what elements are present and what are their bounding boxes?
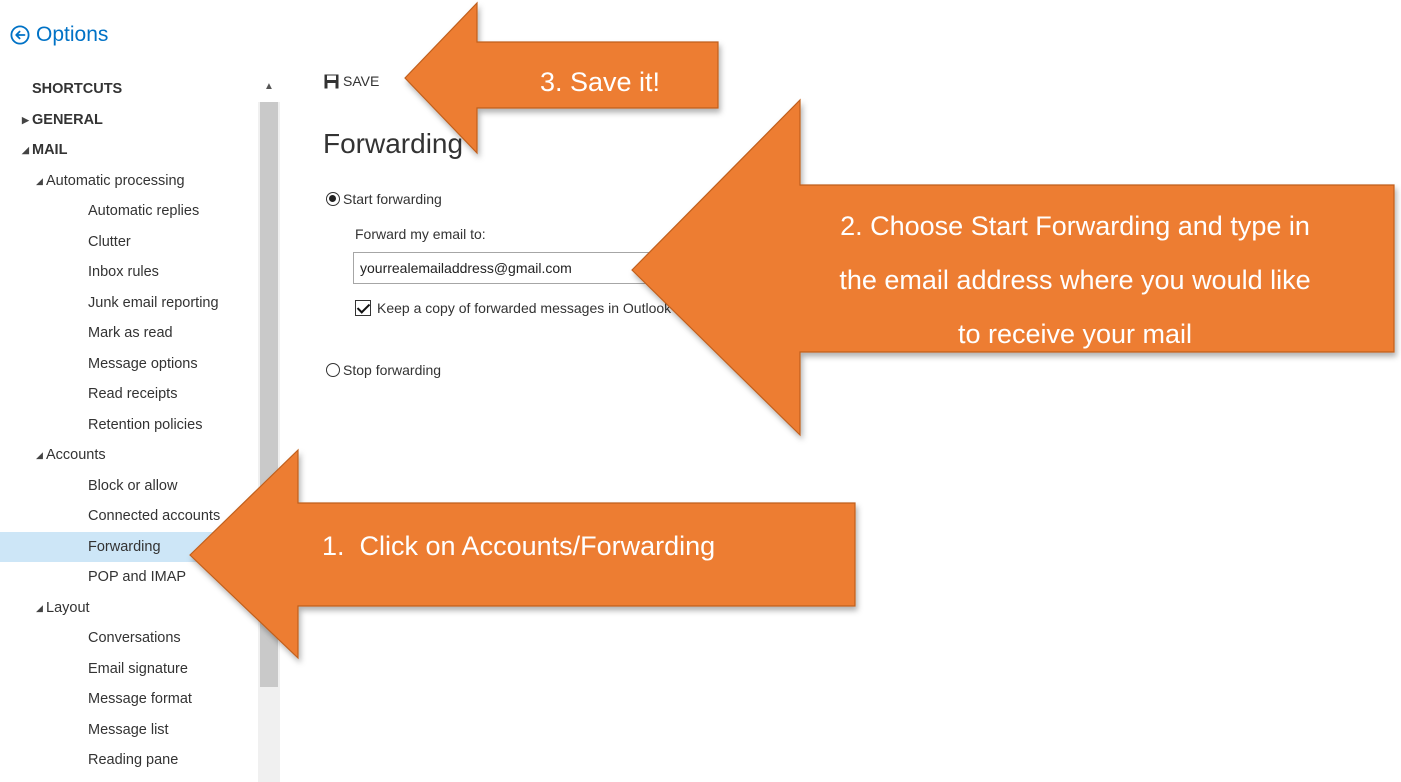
options-nav: SHORTCUTS ▶ GENERAL ◢ MAIL ◢ Automatic process…: [0, 72, 258, 782]
sidebar-item-reading-pane[interactable]: Reading pane: [0, 745, 258, 775]
expanded-triangle-icon[interactable]: ◢: [22, 135, 32, 165]
save-label: SAVE: [343, 73, 380, 89]
sidebar-item-label: POP and IMAP: [88, 569, 187, 585]
keep-copy-label[interactable]: Keep a copy of forwarded messages in Out…: [377, 300, 732, 316]
scroll-up-arrow-icon[interactable]: ▲: [258, 72, 280, 102]
stop-forwarding-label[interactable]: Stop forwarding: [343, 362, 441, 378]
sidebar-item-label: Message format: [88, 691, 192, 707]
sidebar-item-label: Reading pane: [88, 752, 179, 768]
sidebar-item-automatic-replies[interactable]: Automatic replies: [0, 196, 258, 226]
expanded-triangle-icon[interactable]: ◢: [36, 440, 46, 470]
sidebar-item-junk-email-reporting[interactable]: Junk email reporting: [0, 288, 258, 318]
options-title[interactable]: Options: [36, 23, 108, 47]
sidebar-item-block-or-allow[interactable]: Block or allow: [0, 471, 258, 501]
sidebar-item-label: Forwarding: [88, 538, 161, 555]
sidebar-item-inbox-rules[interactable]: Inbox rules: [0, 257, 258, 287]
sidebar-item-label: Automatic processing: [46, 172, 185, 189]
sidebar-item-mark-as-read[interactable]: Mark as read: [0, 318, 258, 348]
sidebar-item-retention-policies[interactable]: Retention policies: [0, 410, 258, 440]
sidebar-item-connected-accounts[interactable]: Connected accounts: [0, 501, 258, 531]
sidebar-item-label: Layout: [46, 599, 90, 616]
expanded-triangle-icon[interactable]: ◢: [36, 166, 46, 196]
sidebar-item-label: MAIL: [32, 142, 68, 158]
sidebar-item-message-list[interactable]: Message list: [0, 715, 258, 745]
sidebar-item-forwarding[interactable]: Forwarding: [0, 531, 258, 562]
step2-line-1: 2. Choose Start Forwarding and type in: [840, 211, 1310, 241]
scrollbar-thumb[interactable]: [260, 72, 278, 687]
sidebar-item-label: SHORTCUTS: [32, 81, 123, 97]
sidebar-item-accounts[interactable]: ◢ Accounts: [0, 440, 258, 470]
sidebar-item-label: Accounts: [46, 447, 106, 463]
back-arrow-circle-icon[interactable]: [10, 25, 30, 45]
sidebar-item-label: Connected accounts: [88, 508, 221, 524]
sidebar-item-general[interactable]: ▶ GENERAL: [0, 105, 258, 135]
expanded-triangle-icon[interactable]: ◢: [36, 593, 46, 623]
forward-email-input[interactable]: [353, 252, 683, 284]
sidebar-item-label: Inbox rules: [88, 264, 159, 280]
sidebar-item-label: Automatic replies: [88, 203, 200, 219]
sidebar-item-conversations[interactable]: Conversations: [0, 623, 258, 653]
sidebar-item-label: Conversations: [88, 630, 181, 646]
forward-to-label: Forward my email to:: [355, 226, 486, 242]
stop-forwarding-option[interactable]: Stop forwarding: [326, 361, 441, 379]
start-forwarding-radio[interactable]: [326, 191, 340, 206]
sidebar-scrollbar[interactable]: ▲: [258, 72, 280, 782]
keep-copy-checkbox[interactable]: [355, 300, 371, 316]
step2-line-2: the email address where you would like: [839, 265, 1310, 295]
sidebar-item-label: Junk email reporting: [88, 294, 219, 311]
sidebar-item-clutter[interactable]: Clutter: [0, 227, 258, 257]
sidebar-item-message-options[interactable]: Message options: [0, 349, 258, 379]
step2-arrow: [631, 98, 1395, 437]
sidebar-item-email-signature[interactable]: Email signature: [0, 654, 258, 684]
step3-text: 3. Save it!: [540, 67, 660, 97]
options-header[interactable]: Options: [10, 18, 108, 52]
sidebar-item-read-receipts[interactable]: Read receipts: [0, 379, 258, 409]
page-title: Forwarding: [323, 128, 464, 159]
sidebar-item-label: Read receipts: [88, 386, 178, 402]
sidebar-item-label: Block or allow: [88, 477, 178, 494]
sidebar-item-label: Clutter: [88, 233, 131, 250]
floppy-disk-icon: [324, 74, 339, 88]
sidebar-item-label: Message list: [88, 721, 169, 738]
sidebar-item-label: Mark as read: [88, 325, 173, 341]
start-forwarding-label[interactable]: Start forwarding: [343, 191, 442, 207]
sidebar-item-mail[interactable]: ◢ MAIL: [0, 135, 258, 165]
sidebar-item-layout[interactable]: ◢ Layout: [0, 593, 258, 623]
sidebar-item-label: Message options: [88, 355, 198, 372]
sidebar-item-shortcuts[interactable]: SHORTCUTS: [0, 74, 258, 104]
step1-arrow: [189, 448, 856, 660]
sidebar-item-message-format[interactable]: Message format: [0, 684, 258, 714]
sidebar-item-label: Retention policies: [88, 416, 203, 433]
step1-text: 1. Click on Accounts/Forwarding: [322, 531, 715, 561]
sidebar-item-label: Email signature: [88, 660, 188, 677]
sidebar-item-pop-and-imap[interactable]: POP and IMAP: [0, 562, 258, 592]
stop-forwarding-radio[interactable]: [326, 362, 340, 377]
options-sidebar: SHORTCUTS ▶ GENERAL ◢ MAIL ◢ Automatic process…: [0, 72, 280, 782]
start-forwarding-option[interactable]: Start forwarding: [326, 190, 442, 208]
sidebar-item-automatic-processing[interactable]: ◢ Automatic processing: [0, 166, 258, 196]
collapsed-triangle-icon[interactable]: ▶: [22, 105, 32, 135]
step2-line-3: to receive your mail: [958, 319, 1192, 349]
save-button[interactable]: SAVE: [324, 69, 379, 93]
sidebar-item-label: GENERAL: [32, 111, 103, 128]
keep-copy-option[interactable]: Keep a copy of forwarded messages in Out…: [355, 300, 732, 316]
